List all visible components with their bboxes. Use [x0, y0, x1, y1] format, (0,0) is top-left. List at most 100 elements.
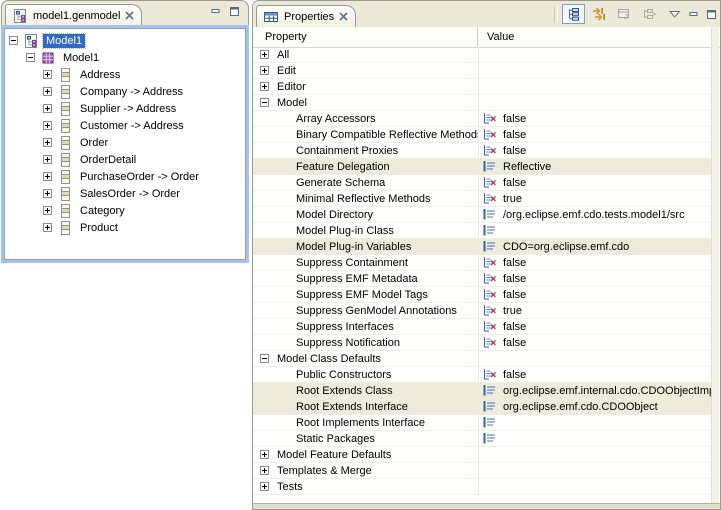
tree-item[interactable]: Category [4, 202, 246, 219]
property-row[interactable]: Root Extends Interfaceorg.eclipse.emf.cd… [253, 399, 712, 415]
property-value-cell[interactable] [478, 479, 712, 494]
property-row[interactable]: Binary Compatible Reflective Methodsfals… [253, 127, 712, 143]
tree-item[interactable]: Model1 [4, 32, 246, 49]
close-icon[interactable] [125, 11, 134, 20]
property-value-cell[interactable] [478, 63, 712, 78]
property-row[interactable]: Model Directory/org.eclipse.emf.cdo.test… [253, 207, 712, 223]
property-value-cell[interactable]: false [478, 175, 712, 190]
property-value-cell[interactable] [478, 95, 712, 110]
property-row[interactable]: Model Plug-in Class [253, 223, 712, 239]
minimize-icon[interactable] [689, 10, 699, 19]
editor-tab[interactable]: model1.genmodel [5, 4, 142, 26]
property-value-cell[interactable] [478, 47, 712, 62]
property-row[interactable]: Generate Schemafalse [253, 175, 712, 191]
property-category-row[interactable]: Editor [253, 79, 712, 95]
tree-item[interactable]: Customer -> Address [4, 117, 246, 134]
tree-item[interactable]: Model1 [4, 49, 246, 66]
expand-toggle-icon[interactable] [260, 50, 269, 59]
property-row[interactable]: Containment Proxiesfalse [253, 143, 712, 159]
expand-toggle-icon[interactable] [260, 450, 269, 459]
property-row[interactable]: Minimal Reflective Methodstrue [253, 191, 712, 207]
property-value-cell[interactable]: false [478, 111, 712, 126]
property-row[interactable]: Suppress EMF Metadatafalse [253, 271, 712, 287]
property-value-cell[interactable] [478, 79, 712, 94]
property-category-row[interactable]: All [253, 47, 712, 63]
column-header-value[interactable]: Value [478, 27, 713, 47]
tree-item[interactable]: Order [4, 134, 246, 151]
property-row[interactable]: Public Constructorsfalse [253, 367, 712, 383]
expand-toggle-icon[interactable] [43, 138, 52, 147]
property-row[interactable]: Root Implements Interface [253, 415, 712, 431]
property-row[interactable]: Suppress Interfacesfalse [253, 319, 712, 335]
expand-toggle-icon[interactable] [260, 82, 269, 91]
property-value-cell[interactable]: org.eclipse.emf.internal.cdo.CDOObjectIm… [478, 383, 712, 398]
tree-item[interactable]: PurchaseOrder -> Order [4, 168, 246, 185]
tree-item[interactable]: Supplier -> Address [4, 100, 246, 117]
property-value-cell[interactable]: false [478, 255, 712, 270]
property-value-cell[interactable] [478, 431, 712, 446]
properties-tab[interactable]: Properties [256, 5, 356, 27]
property-value-cell[interactable]: false [478, 143, 712, 158]
property-value-cell[interactable]: /org.eclipse.emf.cdo.tests.model1/src [478, 207, 712, 222]
property-category-row[interactable]: Model Feature Defaults [253, 447, 712, 463]
property-value-cell[interactable]: false [478, 287, 712, 302]
property-value-cell[interactable] [478, 415, 712, 430]
property-value-cell[interactable] [478, 223, 712, 238]
property-value-cell[interactable]: false [478, 319, 712, 334]
property-value-cell[interactable]: Reflective [478, 159, 712, 174]
property-row[interactable]: Suppress Notificationfalse [253, 335, 712, 351]
maximize-icon[interactable] [707, 10, 717, 19]
property-row[interactable]: Suppress Containmentfalse [253, 255, 712, 271]
tree-item[interactable]: OrderDetail [4, 151, 246, 168]
show-categories-icon[interactable] [562, 4, 585, 24]
property-row[interactable]: Suppress GenModel Annotationstrue [253, 303, 712, 319]
property-value-cell[interactable]: true [478, 303, 712, 318]
collapse-toggle-icon[interactable] [260, 354, 269, 363]
property-category-row[interactable]: Edit [253, 63, 712, 79]
tree-item[interactable]: SalesOrder -> Order [4, 185, 246, 202]
show-advanced-properties-icon[interactable] [587, 4, 610, 24]
expand-toggle-icon[interactable] [43, 223, 52, 232]
property-value-cell[interactable] [478, 351, 712, 366]
expand-toggle-icon[interactable] [43, 172, 52, 181]
property-value-cell[interactable]: false [478, 335, 712, 350]
expand-toggle-icon[interactable] [43, 121, 52, 130]
property-category-row[interactable]: Templates & Merge [253, 463, 712, 479]
expand-toggle-icon[interactable] [43, 189, 52, 198]
property-value-cell[interactable]: CDO=org.eclipse.emf.cdo [478, 239, 712, 254]
expand-toggle-icon[interactable] [260, 66, 269, 75]
tree-item[interactable]: Address [4, 66, 246, 83]
property-value-cell[interactable] [478, 447, 712, 462]
property-row[interactable]: Root Extends Classorg.eclipse.emf.intern… [253, 383, 712, 399]
maximize-icon[interactable] [230, 7, 240, 16]
minimize-icon[interactable] [211, 7, 221, 16]
property-value-cell[interactable]: false [478, 127, 712, 142]
property-value-cell[interactable]: false [478, 367, 712, 382]
collapse-toggle-icon[interactable] [9, 36, 18, 45]
expand-toggle-icon[interactable] [43, 206, 52, 215]
property-row[interactable]: Static Packages [253, 431, 712, 447]
tree-item[interactable]: Company -> Address [4, 83, 246, 100]
property-category-row[interactable]: Model Class Defaults [253, 351, 712, 367]
tree-item[interactable]: Product [4, 219, 246, 236]
property-value-cell[interactable]: false [478, 271, 712, 286]
collapse-toggle-icon[interactable] [26, 53, 35, 62]
property-value-cell[interactable]: true [478, 191, 712, 206]
column-header-property[interactable]: Property [253, 27, 478, 47]
expand-toggle-icon[interactable] [260, 466, 269, 475]
property-value-cell[interactable]: org.eclipse.emf.cdo.CDOObject [478, 399, 712, 414]
property-row[interactable]: Model Plug-in VariablesCDO=org.eclipse.e… [253, 239, 712, 255]
expand-toggle-icon[interactable] [43, 104, 52, 113]
collapse-toggle-icon[interactable] [260, 98, 269, 107]
expand-toggle-icon[interactable] [43, 155, 52, 164]
close-icon[interactable] [339, 12, 348, 21]
property-category-row[interactable]: Tests [253, 479, 712, 495]
property-row[interactable]: Feature DelegationReflective [253, 159, 712, 175]
expand-toggle-icon[interactable] [260, 482, 269, 491]
property-row[interactable]: Array Accessorsfalse [253, 111, 712, 127]
property-value-cell[interactable] [478, 463, 712, 478]
expand-toggle-icon[interactable] [43, 87, 52, 96]
expand-toggle-icon[interactable] [43, 70, 52, 79]
property-row[interactable]: Suppress EMF Model Tagsfalse [253, 287, 712, 303]
view-menu-icon[interactable] [669, 10, 681, 18]
